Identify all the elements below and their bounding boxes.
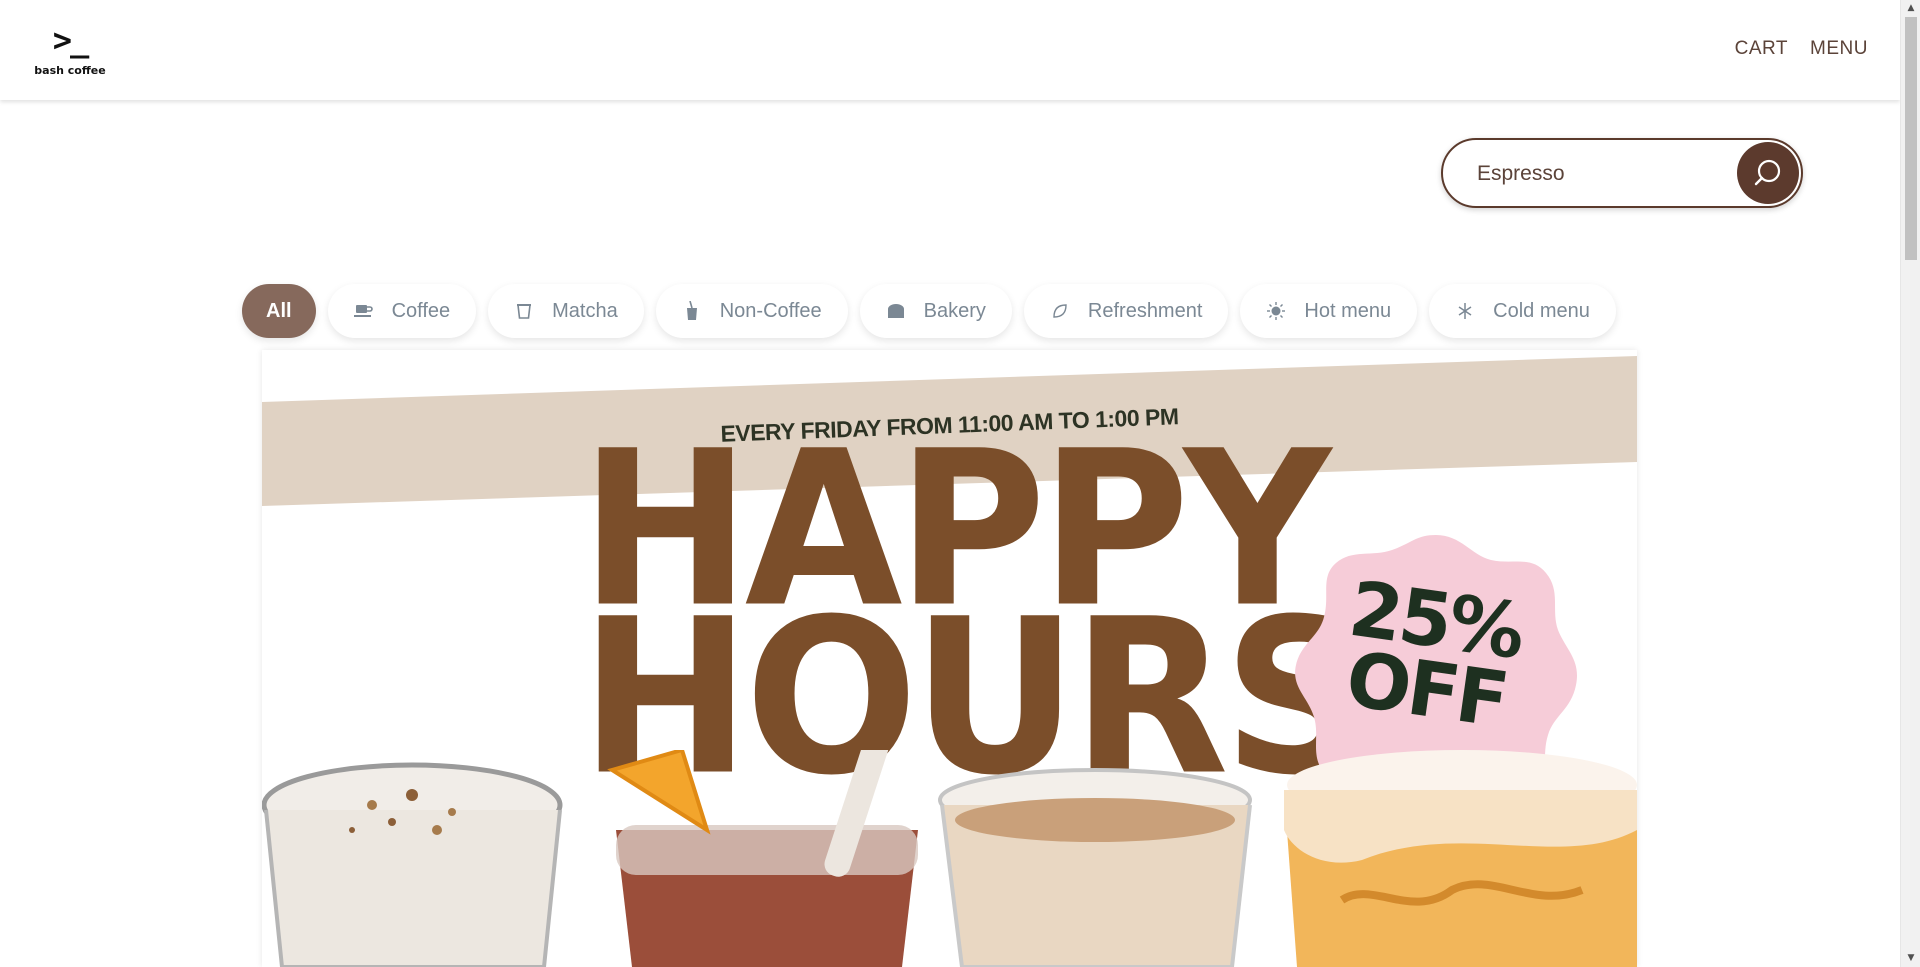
top-header: >_ bash coffee CART MENU xyxy=(0,0,1900,100)
category-bakery[interactable]: Bakery xyxy=(859,284,1012,338)
category-label: All xyxy=(266,299,292,322)
category-coffee[interactable]: Coffee xyxy=(327,284,477,338)
brand-name: bash coffee xyxy=(34,64,106,77)
menu-link[interactable]: MENU xyxy=(1810,38,1868,60)
latte-glass-illustration xyxy=(262,762,563,967)
drink-icon xyxy=(682,301,702,321)
terminal-prompt-icon: >_ xyxy=(52,21,90,59)
page-scrollbar[interactable]: ▲ ▼ xyxy=(1900,0,1920,967)
category-matcha[interactable]: Matcha xyxy=(488,284,644,338)
scroll-down-arrow-icon[interactable]: ▼ xyxy=(1901,950,1920,967)
cart-link[interactable]: CART xyxy=(1735,38,1788,60)
orange-iced-drink-illustration xyxy=(607,750,918,967)
banner-headline: HAPPY HOURS xyxy=(580,423,1370,805)
bread-icon xyxy=(886,301,906,321)
category-cold-menu[interactable]: Cold menu xyxy=(1429,284,1616,338)
snowflake-icon xyxy=(1455,301,1475,321)
category-label: Coffee xyxy=(391,299,451,322)
brand-logo[interactable]: >_ bash coffee xyxy=(34,22,106,77)
sun-icon xyxy=(1266,301,1286,321)
search-icon xyxy=(1754,159,1781,186)
coffee-cup-icon xyxy=(353,301,374,321)
scroll-up-arrow-icon[interactable]: ▲ xyxy=(1901,0,1920,17)
caramel-latte-illustration xyxy=(1284,750,1637,967)
category-label: Cold menu xyxy=(1493,299,1590,322)
category-refreshment[interactable]: Refreshment xyxy=(1023,284,1229,338)
category-label: Non-Coffee xyxy=(719,299,822,322)
promo-banner[interactable]: EVERY FRIDAY FROM 11:00 AM TO 1:00 PM HA… xyxy=(262,350,1637,967)
category-label: Hot menu xyxy=(1304,299,1392,322)
main-nav: CART MENU xyxy=(1735,38,1868,60)
cup-icon xyxy=(514,301,534,321)
category-filter: All Coffee Matcha Non-Coffee Bakery Refr… xyxy=(242,284,1616,338)
category-label: Bakery xyxy=(923,299,986,322)
leaf-icon xyxy=(1050,301,1070,321)
category-label: Refreshment xyxy=(1087,299,1203,322)
search-button[interactable] xyxy=(1737,142,1799,204)
category-all[interactable]: All xyxy=(242,284,316,338)
category-hot-menu[interactable]: Hot menu xyxy=(1240,284,1418,338)
drinks-illustration xyxy=(262,750,1637,967)
category-label: Matcha xyxy=(552,299,618,322)
search-bar xyxy=(1441,138,1803,208)
category-non-coffee[interactable]: Non-Coffee xyxy=(655,284,848,338)
scroll-thumb[interactable] xyxy=(1905,17,1917,260)
search-input[interactable] xyxy=(1477,158,1727,190)
cappuccino-glass-illustration xyxy=(938,768,1252,967)
